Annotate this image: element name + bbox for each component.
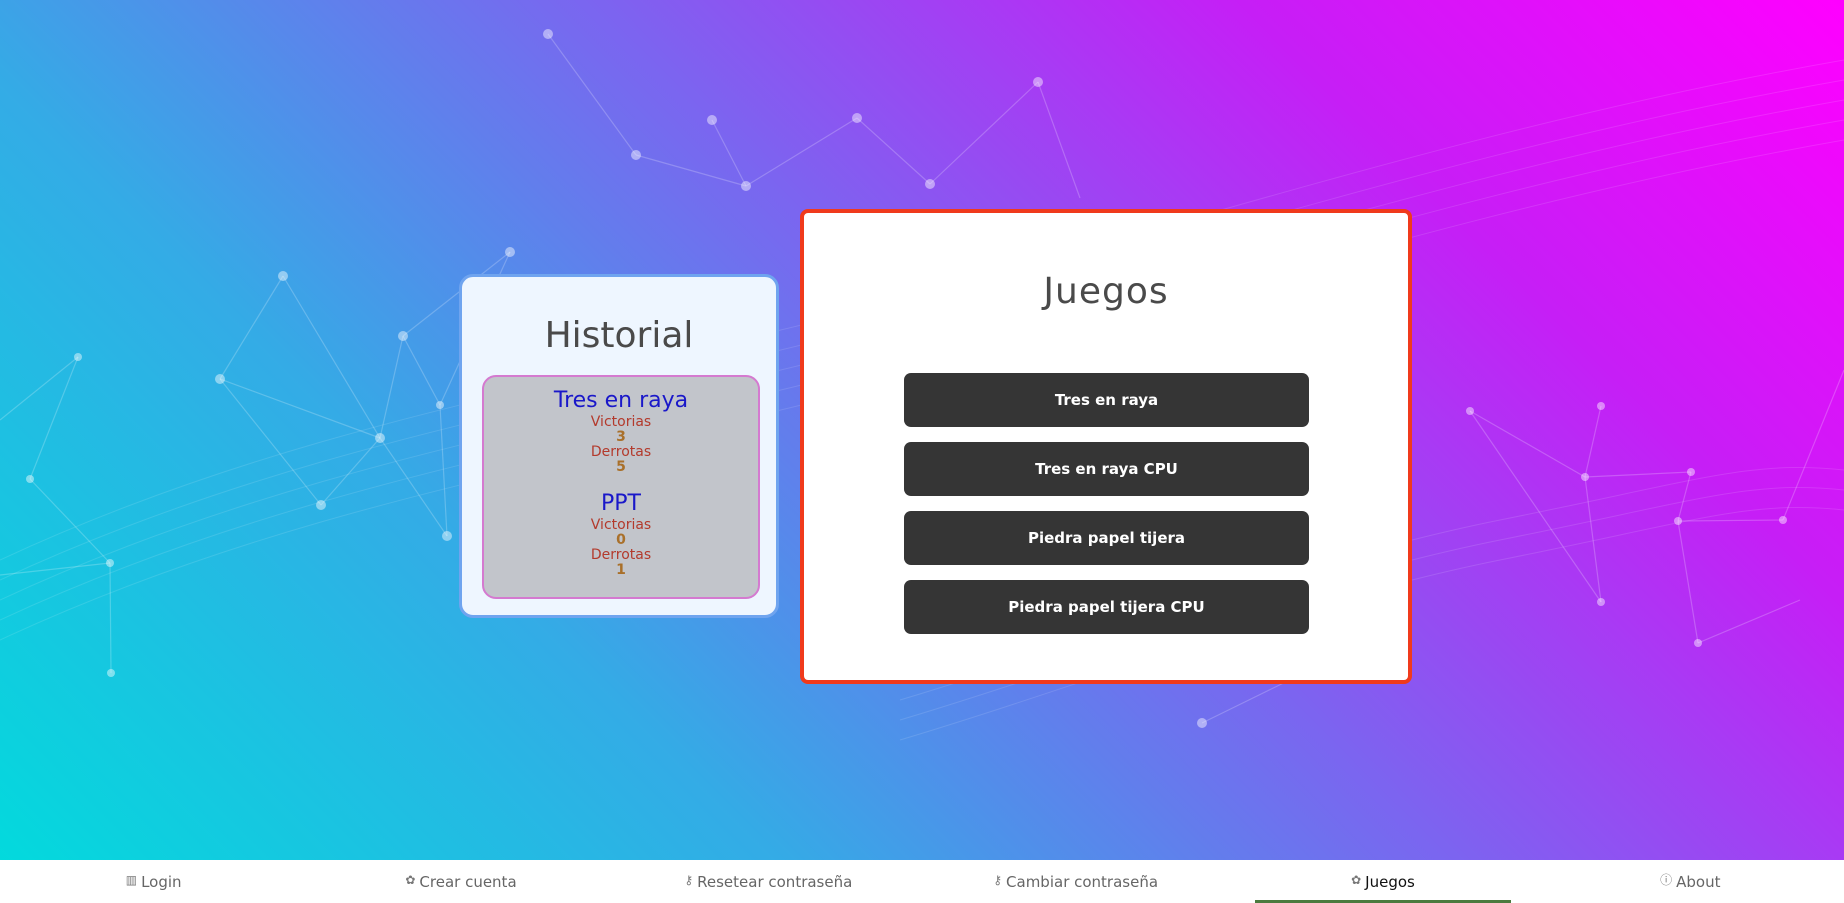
palette-icon: ✿ (1351, 872, 1362, 887)
stats-tres-en-raya: Tres en raya Victorias 3 Derrotas 5 (484, 387, 758, 475)
stats-game-name: Tres en raya (553, 388, 689, 413)
historial-card: Historial Tres en raya Victorias 3 Derro… (459, 274, 779, 618)
app-root: Historial Tres en raya Victorias 3 Derro… (0, 0, 1844, 903)
piedra-papel-tijera-button[interactable]: Piedra papel tijera (904, 511, 1309, 565)
nav-item-about[interactable]: ⓘ About (1537, 860, 1844, 903)
historial-title: Historial (544, 315, 694, 356)
info-icon: ⓘ (1660, 873, 1673, 887)
chart-icon: ▥ (125, 872, 138, 887)
nav-item-crear-cuenta[interactable]: ✿ Crear cuenta (307, 860, 614, 903)
losses-value: 5 (616, 459, 626, 475)
nav-item-label: Cambiar contraseña (1006, 872, 1159, 891)
nav-item-juegos[interactable]: ✿ Juegos (1229, 860, 1536, 903)
historial-stats-panel: Tres en raya Victorias 3 Derrotas 5 PPT … (482, 375, 760, 599)
nav-item-label: Resetear contraseña (697, 872, 853, 891)
nav-item-resetear-contrasena[interactable]: ⚷ Resetear contraseña (615, 860, 922, 903)
nav-item-label: Crear cuenta (419, 872, 517, 891)
wins-label: Victorias (590, 517, 652, 533)
nav-item-login[interactable]: ▥ Login (0, 860, 307, 903)
juegos-card: Juegos Tres en raya Tres en raya CPU Pie… (800, 209, 1412, 684)
juegos-title: Juegos (1043, 271, 1169, 312)
wins-value: 3 (616, 429, 626, 445)
key-icon: ⚷ (684, 872, 694, 887)
nav-item-label: Login (141, 872, 182, 891)
nav-item-label: Juegos (1365, 872, 1415, 891)
losses-value: 1 (616, 562, 626, 578)
wins-value: 0 (616, 532, 626, 548)
losses-label: Derrotas (590, 547, 652, 563)
stats-ppt: PPT Victorias 0 Derrotas 1 (484, 490, 758, 578)
piedra-papel-tijera-cpu-button[interactable]: Piedra papel tijera CPU (904, 580, 1309, 634)
palette-icon: ✿ (405, 872, 416, 887)
tres-en-raya-cpu-button[interactable]: Tres en raya CPU (904, 442, 1309, 496)
nav-item-label: About (1676, 872, 1721, 891)
stats-game-name: PPT (601, 491, 641, 516)
nav-item-cambiar-contrasena[interactable]: ⚷ Cambiar contraseña (922, 860, 1229, 903)
wins-label: Victorias (590, 414, 652, 430)
tres-en-raya-button[interactable]: Tres en raya (904, 373, 1309, 427)
bottom-navigation: ▥ Login ✿ Crear cuenta ⚷ Resetear contra… (0, 860, 1844, 903)
losses-label: Derrotas (590, 444, 652, 460)
key-icon: ⚷ (993, 872, 1003, 887)
